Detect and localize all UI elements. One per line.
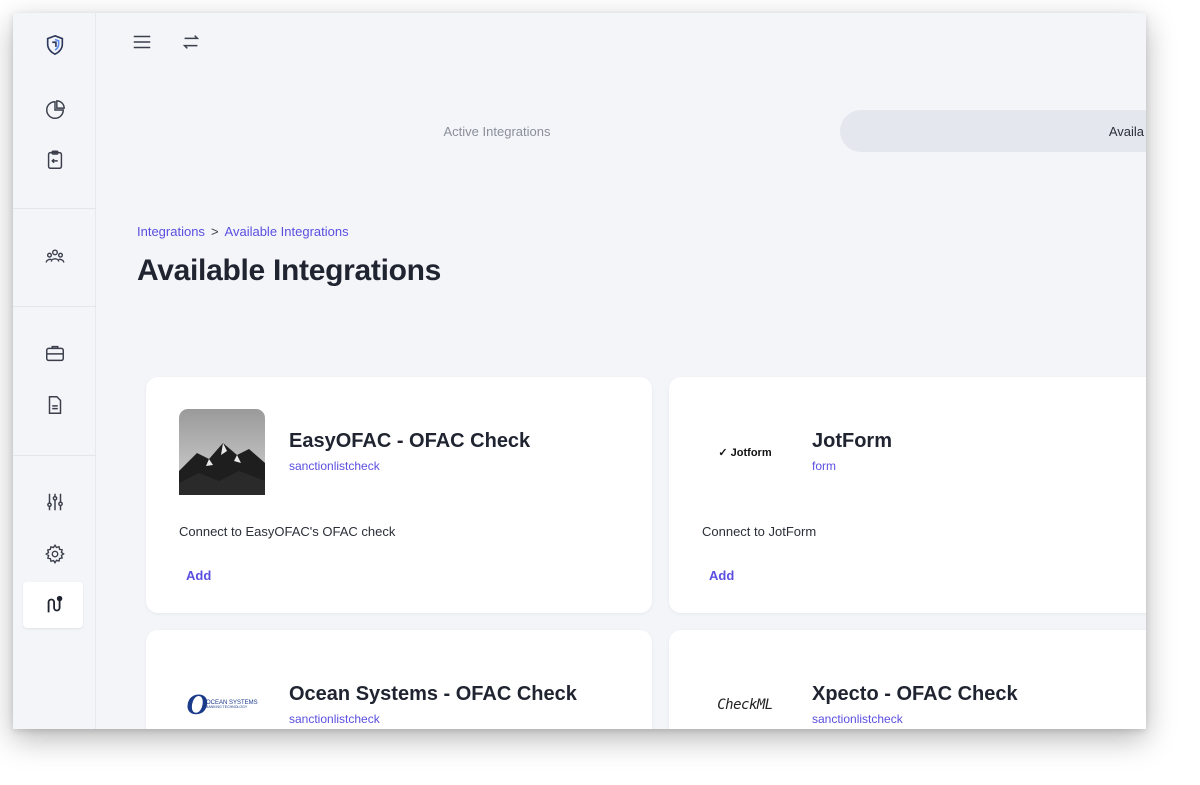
jotform-logo-text: Jotform bbox=[730, 446, 772, 459]
checkml-logo-text: CheckML bbox=[717, 697, 773, 713]
integration-name: Xpecto - OFAC Check bbox=[812, 683, 1018, 705]
users-group-icon[interactable] bbox=[43, 245, 67, 269]
jotform-logo: ✓ Jotform bbox=[718, 446, 772, 459]
breadcrumb: Integrations > Available Integrations bbox=[137, 224, 349, 239]
integration-name: EasyOFAC - OFAC Check bbox=[289, 430, 531, 452]
clipboard-icon[interactable] bbox=[43, 148, 67, 172]
tab-available-integrations[interactable]: Availa bbox=[840, 110, 1146, 152]
integrations-icon[interactable] bbox=[43, 593, 67, 617]
swap-arrows-icon[interactable] bbox=[180, 31, 204, 55]
integration-card-easyofac: EasyOFAC - OFAC Check sanctionlistcheck … bbox=[146, 377, 652, 613]
integration-description: Connect to EasyOFAC's OFAC check bbox=[179, 524, 396, 539]
sliders-icon[interactable] bbox=[43, 490, 67, 514]
integration-category: sanctionlistcheck bbox=[812, 712, 903, 726]
hamburger-menu-icon[interactable] bbox=[131, 31, 155, 55]
integration-category: form bbox=[812, 459, 836, 473]
integration-description: Connect to JotForm bbox=[702, 524, 817, 539]
integration-category: sanctionlistcheck bbox=[289, 712, 380, 726]
sidebar bbox=[13, 13, 96, 729]
sidebar-divider bbox=[13, 208, 96, 209]
integration-card-jotform: ✓ Jotform JotForm form Connect to JotFor… bbox=[669, 377, 1146, 613]
add-integration-button[interactable]: Add bbox=[709, 568, 734, 583]
sidebar-divider bbox=[13, 455, 96, 456]
briefcase-icon[interactable] bbox=[43, 341, 67, 365]
breadcrumb-separator: > bbox=[210, 224, 219, 239]
integration-card-xpecto: CheckML Xpecto - OFAC Check sanctionlist… bbox=[669, 630, 1146, 729]
mountain-photo-logo bbox=[179, 409, 265, 495]
shield-logo-icon[interactable] bbox=[43, 33, 67, 57]
add-integration-button[interactable]: Add bbox=[186, 568, 211, 583]
integration-name: Ocean Systems - OFAC Check bbox=[289, 683, 577, 705]
ocean-systems-logo-subtext: BANKING TECHNOLOGY bbox=[205, 705, 248, 710]
integration-card-ocean-systems: O OCEAN SYSTEMS BANKING TECHNOLOGY Ocean… bbox=[146, 630, 652, 729]
app-window: Active Integrations Availa Integrations >… bbox=[13, 13, 1146, 729]
integration-name: JotForm bbox=[812, 430, 892, 452]
breadcrumb-root[interactable]: Integrations bbox=[137, 224, 205, 239]
document-icon[interactable] bbox=[43, 393, 67, 417]
checkml-logo: CheckML bbox=[702, 662, 788, 729]
page-title: Available Integrations bbox=[137, 254, 442, 287]
pie-chart-icon[interactable] bbox=[43, 98, 67, 122]
tab-active-integrations[interactable]: Active Integrations bbox=[347, 124, 647, 139]
integration-category: sanctionlistcheck bbox=[289, 459, 380, 473]
gear-icon[interactable] bbox=[43, 542, 67, 566]
sidebar-divider bbox=[13, 306, 96, 307]
breadcrumb-current[interactable]: Available Integrations bbox=[225, 224, 349, 239]
ocean-systems-logo: O OCEAN SYSTEMS BANKING TECHNOLOGY bbox=[186, 688, 258, 721]
